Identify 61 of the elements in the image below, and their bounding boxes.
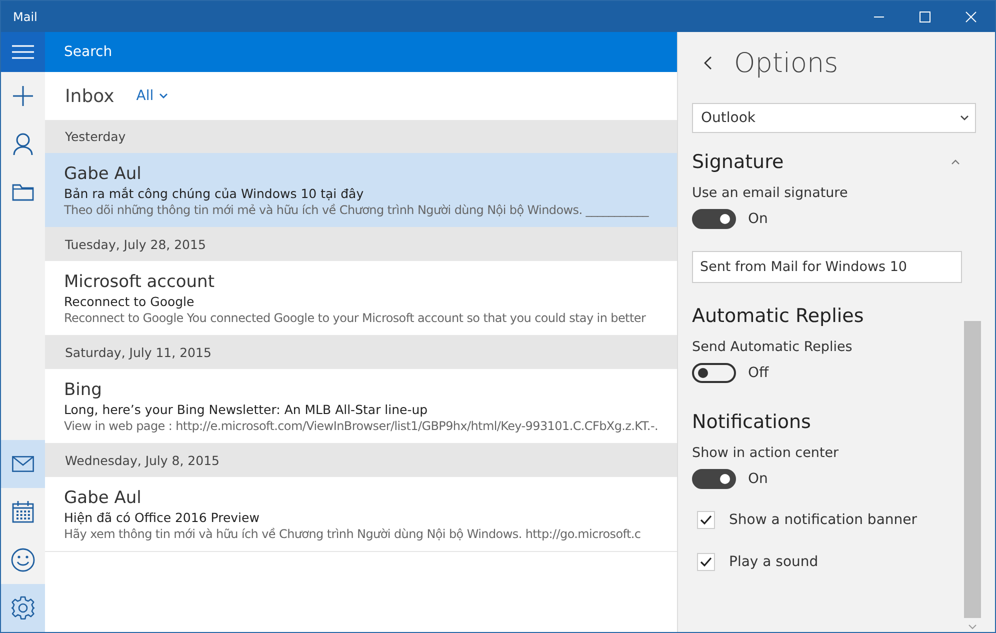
section-heading: Signature xyxy=(692,151,784,173)
envelope-icon xyxy=(12,456,34,472)
toggle-switch[interactable] xyxy=(692,469,736,489)
toggle-state: Off xyxy=(748,365,769,381)
setting-label: Send Automatic Replies xyxy=(692,339,852,355)
nav-button[interactable] xyxy=(1,584,45,632)
section-heading: Notifications xyxy=(692,411,811,433)
message-preview: Theo dõi những thông tin mới mẻ và hữu ích về Chương trình Người dùng Nội bộ Windows. ___________ xyxy=(64,202,648,216)
scroll-down-icon[interactable] xyxy=(968,624,977,630)
sender-name: Microsoft account xyxy=(64,272,214,292)
date-group-header: Yesterday xyxy=(45,120,677,153)
close-icon[interactable] xyxy=(965,10,977,22)
message-subject: Hiện đã có Office 2016 Preview xyxy=(64,510,260,524)
checkbox-label: Play a sound xyxy=(729,554,818,570)
maximize-icon[interactable] xyxy=(919,10,931,22)
message-preview: Reconnect to Google You connected Google to your Microsoft account so that you could stay in better xyxy=(64,310,646,324)
folder-icon[interactable] xyxy=(12,183,34,201)
message-preview: View in web page : http://e.microsoft.com/ViewInBrowser/list1/GBP9hx/html/Key-993101.C.CFbXg.z.KT.-. xyxy=(64,418,658,432)
section-heading: Automatic Replies xyxy=(692,305,864,327)
nav-button[interactable] xyxy=(1,440,45,488)
date-group-header: Saturday, July 11, 2015 xyxy=(45,336,677,369)
checkmark-icon xyxy=(700,557,712,567)
account-dropdown[interactable]: Outlook xyxy=(692,103,976,133)
filter-dropdown[interactable]: All xyxy=(136,88,168,104)
toggle-state: On xyxy=(748,211,768,227)
window-title: Mail xyxy=(13,10,38,24)
sender-name: Bing xyxy=(64,380,102,400)
person-icon[interactable] xyxy=(13,133,33,155)
menu-icon[interactable] xyxy=(12,45,34,59)
message-subject: Long, here’s your Bing Newsletter: An MLB All-Star line-up xyxy=(64,402,428,416)
toggle-state: On xyxy=(748,471,768,487)
calendar-icon xyxy=(12,501,34,523)
chevron-down-icon xyxy=(158,93,168,99)
signature-field[interactable]: Sent from Mail for Windows 10 xyxy=(692,251,962,283)
checkbox[interactable] xyxy=(697,511,715,529)
message-item[interactable]: Gabe Aul Hiện đã có Office 2016 Preview Hãy xem thông tin mới và hữu ích về Chương trình Người dùng Nội bộ Windows. http://go.microsoft.c xyxy=(45,477,677,552)
checkmark-icon xyxy=(700,515,712,525)
smiley-icon xyxy=(11,548,35,572)
chevron-up-icon[interactable] xyxy=(951,159,960,165)
sender-name: Gabe Aul xyxy=(64,164,142,184)
date-group-header: Wednesday, July 8, 2015 xyxy=(45,444,677,477)
date-group-header: Tuesday, July 28, 2015 xyxy=(45,228,677,261)
message-preview: Hãy xem thông tin mới và hữu ích về Chương trình Người dùng Nội bộ Windows. http://go.microsoft.c xyxy=(64,526,641,540)
back-icon[interactable] xyxy=(704,56,712,70)
setting-label: Show in action center xyxy=(692,445,839,461)
setting-label: Use an email signature xyxy=(692,185,848,201)
message-subject: Reconnect to Google xyxy=(64,294,194,308)
checkbox[interactable] xyxy=(697,553,715,571)
message-subject: Bản ra mắt công chúng của Windows 10 tại đây xyxy=(64,186,364,200)
toggle-switch[interactable] xyxy=(692,363,736,383)
options-title: Options xyxy=(734,48,838,78)
folder-name: Inbox xyxy=(65,86,114,106)
message-item[interactable]: Gabe Aul Bản ra mắt công chúng của Windows 10 tại đây Theo dõi những thông tin mới mẻ và hữu ích về Chương trình Người dùng Nội bộ Windows. ___________ xyxy=(45,153,677,228)
plus-icon[interactable] xyxy=(13,86,33,106)
sender-name: Gabe Aul xyxy=(64,488,142,508)
toggle-switch[interactable] xyxy=(692,209,736,229)
search-field[interactable]: Search xyxy=(45,32,677,72)
checkbox-label: Show a notification banner xyxy=(729,512,918,528)
settings-icon xyxy=(11,596,35,620)
chevron-down-icon xyxy=(960,115,969,121)
scrollbar-thumb[interactable] xyxy=(964,321,981,618)
